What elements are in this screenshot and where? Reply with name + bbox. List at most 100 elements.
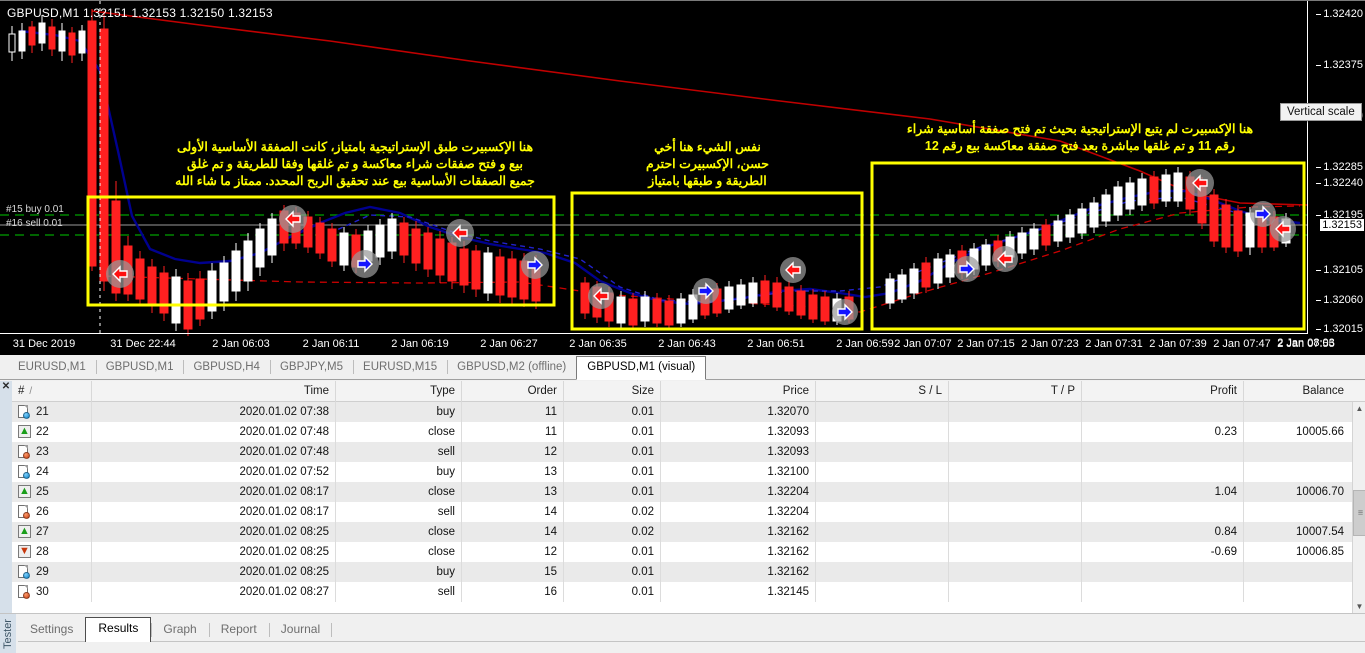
tab-settings[interactable]: Settings [18, 618, 85, 642]
annotation-middle-line-1: نفس الشيء هنا أخي [600, 139, 815, 156]
cell-order: 16 [462, 582, 564, 602]
chart-tab-gbpjpy-m5[interactable]: GBPJPY,M5 [270, 356, 353, 379]
row-number: 29 [36, 562, 49, 582]
table-row[interactable]: 302020.01.02 08:27sell160.011.32145 [12, 582, 1365, 602]
chart-tab-gbpusd-h4[interactable]: GBPUSD,H4 [183, 356, 269, 379]
tab-results[interactable]: Results [85, 617, 151, 642]
cell-profit [1082, 502, 1244, 522]
tester-side-tab[interactable]: Tester [0, 614, 16, 653]
cell-number: ▼28 [12, 542, 92, 562]
table-row[interactable]: ▲252020.01.02 08:17close130.011.322041.0… [12, 482, 1365, 502]
chart-tab-eurusd-m1[interactable]: EURUSD,M1 [8, 356, 96, 379]
time-tick: 2 Jan 07:15 [957, 338, 1015, 350]
tester-side-label: Tester [2, 619, 14, 649]
chart-panel[interactable]: GBPUSD,M1 1.32151 1.32153 1.32150 1.3215… [0, 0, 1365, 355]
column-header-tp[interactable]: T / P [949, 381, 1082, 402]
column-header-order[interactable]: Order [462, 381, 564, 402]
vertical-scale-tooltip: Vertical scale [1280, 103, 1362, 121]
annotation-middle: نفس الشيء هنا أخي حسن، الإكسبيرت احترم ا… [600, 139, 815, 190]
results-grid[interactable]: # / Time Type Order Size Price S / L T /… [12, 381, 1365, 613]
cell-order: 14 [462, 522, 564, 542]
tab-journal[interactable]: Journal [269, 618, 332, 642]
scroll-up-icon[interactable]: ▲ [1353, 402, 1365, 415]
chart-tab-gbpusd-m1[interactable]: GBPUSD,M1 [96, 356, 184, 379]
cell-type: close [336, 482, 462, 502]
column-header-hash: # [18, 381, 24, 402]
table-row[interactable]: 232020.01.02 07:48sell120.011.32093 [12, 442, 1365, 462]
cell-balance [1244, 402, 1350, 422]
annotation-middle-line-3: الطريقة و طبقها بامتياز [600, 173, 815, 190]
order-buy-icon [18, 405, 31, 419]
cell-sl [816, 482, 949, 502]
cell-profit [1082, 462, 1244, 482]
chart-tab-gbpusd-m2-offline[interactable]: GBPUSD,M2 (offline) [447, 356, 576, 379]
cell-profit: 0.23 [1082, 422, 1244, 442]
vertical-price-scale[interactable]: 1.32420 1.32375 1.32330 1.32285 1.32240 … [1307, 1, 1365, 334]
cell-order: 11 [462, 402, 564, 422]
price-tick: 1.32420 [1323, 8, 1363, 20]
scroll-down-icon[interactable]: ▼ [1353, 600, 1365, 613]
cell-tp [949, 502, 1082, 522]
table-row[interactable]: 262020.01.02 08:17sell140.021.32204 [12, 502, 1365, 522]
cell-type: buy [336, 402, 462, 422]
cell-number: 21 [12, 402, 92, 422]
cell-number: 23 [12, 442, 92, 462]
column-header-type[interactable]: Type [336, 381, 462, 402]
column-header-time[interactable]: Time [92, 381, 336, 402]
chart-tab-gbpusd-m1-visual[interactable]: GBPUSD,M1 (visual) [576, 356, 706, 380]
cell-size: 0.01 [564, 442, 661, 462]
cell-tp [949, 422, 1082, 442]
table-vertical-scrollbar[interactable]: ▲ ▼ [1352, 402, 1365, 613]
price-tick: 1.32285 [1323, 161, 1363, 173]
cell-price: 1.32204 [661, 502, 816, 522]
column-header-balance[interactable]: Balance [1244, 381, 1350, 402]
time-tick: 2 Jan 07:47 [1213, 338, 1271, 350]
chart-tab-bar[interactable]: EURUSD,M1 GBPUSD,M1 GBPUSD,H4 GBPJPY,M5 … [0, 355, 1365, 380]
column-header-price[interactable]: Price [661, 381, 816, 402]
table-row[interactable]: 212020.01.02 07:38buy110.011.32070 [12, 402, 1365, 422]
scrollbar-thumb[interactable] [1353, 490, 1365, 536]
tab-report[interactable]: Report [209, 618, 269, 642]
cell-sl [816, 422, 949, 442]
column-header-size[interactable]: Size [564, 381, 661, 402]
annotation-left: هنا الإكسبيرت طبق الإستراتيجية بامتياز، … [160, 139, 550, 190]
row-number: 28 [36, 542, 49, 562]
cell-profit: -0.69 [1082, 542, 1244, 562]
price-tick: 1.32240 [1323, 177, 1363, 189]
panel-gutter: ✕ [0, 381, 12, 613]
time-tick: 2 Jan 06:03 [212, 338, 270, 350]
table-row[interactable]: ▲272020.01.02 08:25close140.021.321620.8… [12, 522, 1365, 542]
table-row[interactable]: 242020.01.02 07:52buy130.011.32100 [12, 462, 1365, 482]
horizontal-time-scale[interactable]: 31 Dec 2019 31 Dec 22:44 2 Jan 06:03 2 J… [0, 333, 1307, 355]
column-header-profit[interactable]: Profit [1082, 381, 1244, 402]
tester-tab-bar[interactable]: Settings Results Graph Report Journal [18, 618, 332, 642]
time-tick: 2 Jan 06:35 [569, 338, 627, 350]
cell-number: 24 [12, 462, 92, 482]
chart-title: GBPUSD,M1 1.32151 1.32153 1.32150 1.3215… [7, 6, 273, 20]
table-row[interactable]: 292020.01.02 08:25buy150.011.32162 [12, 562, 1365, 582]
table-row[interactable]: ▼282020.01.02 08:25close120.011.32162-0.… [12, 542, 1365, 562]
time-tick: 2 Jan 06:19 [391, 338, 449, 350]
order-label-15: #15 buy 0.01 [6, 204, 64, 215]
cell-size: 0.02 [564, 502, 661, 522]
cell-type: sell [336, 582, 462, 602]
column-header-sl[interactable]: S / L [816, 381, 949, 402]
table-row[interactable]: ▲222020.01.02 07:48close110.011.320930.2… [12, 422, 1365, 442]
tab-graph[interactable]: Graph [151, 618, 208, 642]
cell-price: 1.32145 [661, 582, 816, 602]
chart-tab-eurusd-m15[interactable]: EURUSD,M15 [353, 356, 447, 379]
cell-number: ▲25 [12, 482, 92, 502]
cell-size: 0.02 [564, 522, 661, 542]
cell-profit [1082, 582, 1244, 602]
column-header-number[interactable]: # / [12, 381, 92, 402]
price-tick: 1.32015 [1323, 323, 1363, 335]
cell-price: 1.32070 [661, 402, 816, 422]
cell-price: 1.32162 [661, 562, 816, 582]
cell-time: 2020.01.02 08:25 [92, 522, 336, 542]
cell-sl [816, 402, 949, 422]
table-header-row: # / Time Type Order Size Price S / L T /… [12, 381, 1365, 402]
price-tick: 1.32105 [1323, 264, 1363, 276]
cell-number: ▲22 [12, 422, 92, 442]
close-icon[interactable]: ✕ [1, 382, 11, 392]
cell-balance: 10005.66 [1244, 422, 1350, 442]
